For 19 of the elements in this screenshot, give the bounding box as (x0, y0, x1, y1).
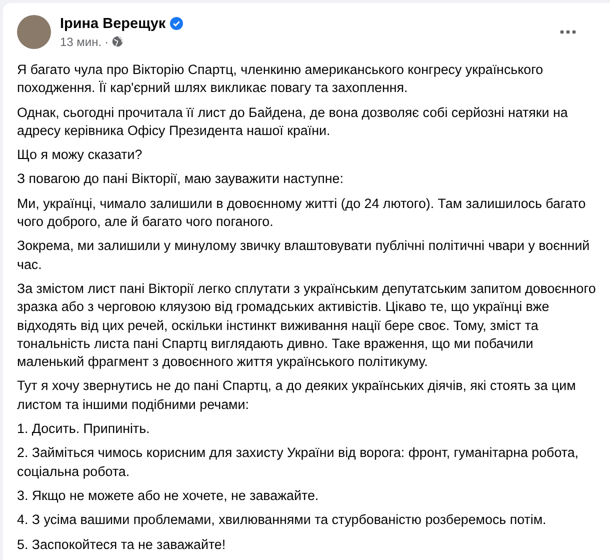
post-paragraph: За змістом лист пані Вікторії легко сплутати з українським депутатським запитом довоєнного зразка або з черговою кляузою від громадських активістів. Цікаво те, що українці вже відходять від цих речей, оскільки інстинкт виживання нації бере своє. Тому, зміст та тональність листа пані Спартц виглядають дивно. Таке враження, що ми побачили маленький фрагмент з довоєнного життя українського політикуму. (17, 280, 596, 372)
post-paragraph: Зокрема, ми залишили у минулому звичку влаштовувати публічні політичні чвари у воєнний час. (17, 237, 591, 274)
post-paragraph: 2. Займіться чимось корисним для захисту України від ворога: фронт, гуманітарна робота, соціальна робота. (17, 444, 580, 481)
post-paragraph: 4. З усіма вашими проблемами, хвилюваннями та стурбованістю розберемось потім. (17, 511, 548, 530)
separator: · (104, 34, 109, 48)
post-paragraph: Однак, сьогодні прочитала її лист до Байдена, де вона дозволяє собі серйозні натяки на адресу керівника Офісу Президента нашої країни. (17, 104, 569, 140)
avatar-photo-placeholder[interactable] (17, 15, 51, 49)
post-time[interactable]: 13 мин. (60, 34, 102, 48)
post-paragraph: 3. Якщо не можете або не хочете, не заважайте. (17, 486, 320, 505)
post-paragraph: Я багато чула про Вікторію Спартц, членкиню американського конгресу українського походження. Її кар'єрний шлях викликає повагу та захоплення. (17, 61, 544, 98)
author-name[interactable]: Ірина Верещук (60, 16, 166, 32)
more-options-icon[interactable] (560, 30, 576, 34)
post-paragraph: 1. Досить. Припиніть. (17, 420, 151, 438)
globe-icon (112, 36, 123, 47)
post-paragraph: 5. Заспокойтеся та не заважайте! (17, 536, 227, 554)
post-paragraph: Що я можу сказати? (17, 146, 144, 164)
post-paragraph: З повагою до пані Вікторії, маю зауважити наступне: (17, 170, 344, 188)
post-paragraph: Ми, українці, чимало залишили в довоєнному житті (до 24 лютого). Там залишилось багато чого доброго, але й багато чого поганого. (17, 194, 587, 232)
post-paragraph: Тут я хочу звернутись не до пані Спартц, а до деяких українських діячів, які стоять за цим листом та іншими подібними речами: (17, 377, 577, 414)
